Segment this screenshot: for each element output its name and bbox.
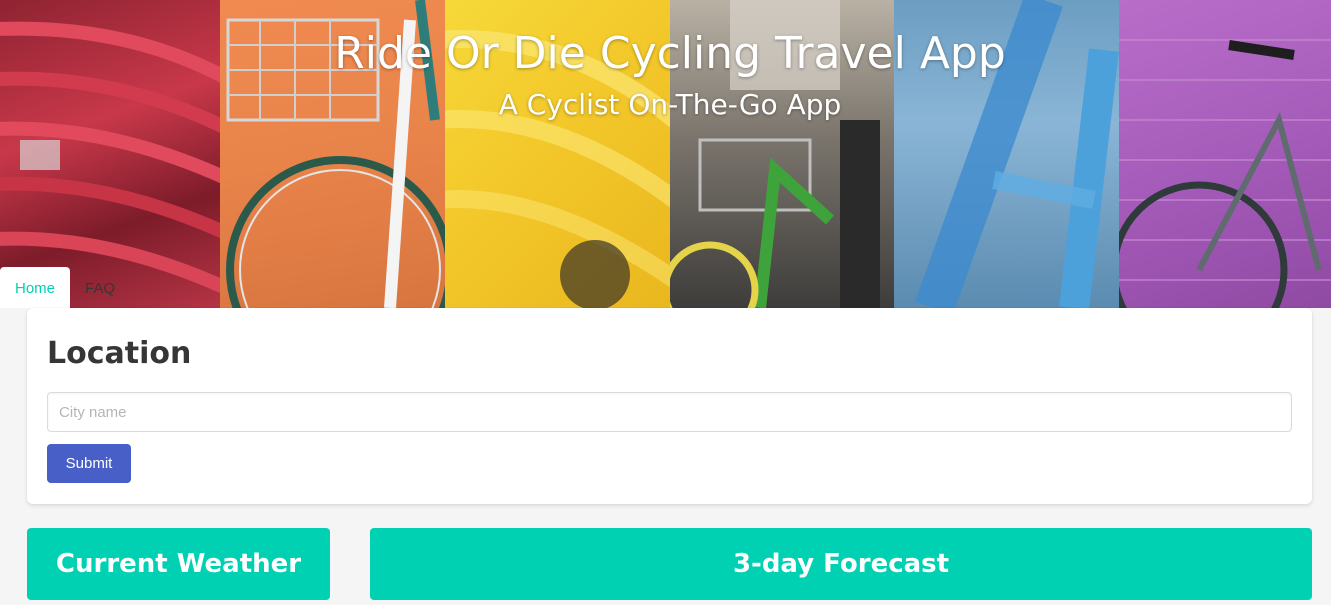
city-name-input[interactable] (47, 392, 1292, 432)
current-weather-button[interactable]: Current Weather (27, 528, 330, 600)
location-box: Location Submit (27, 308, 1312, 504)
submit-button[interactable]: Submit (47, 444, 131, 483)
tab-home[interactable]: Home (0, 267, 71, 308)
hero-banner: Ride Or Die Cycling Travel App A Cyclist… (0, 0, 1331, 308)
app-subtitle: A Cyclist On-The-Go App (498, 88, 842, 121)
three-day-forecast-button[interactable]: 3-day Forecast (370, 528, 1312, 600)
location-title: Location (47, 336, 192, 371)
nav-tabs: Home FAQ (0, 267, 130, 308)
tab-faq[interactable]: FAQ (70, 267, 130, 308)
app-title: Ride Or Die Cycling Travel App (334, 28, 1006, 79)
